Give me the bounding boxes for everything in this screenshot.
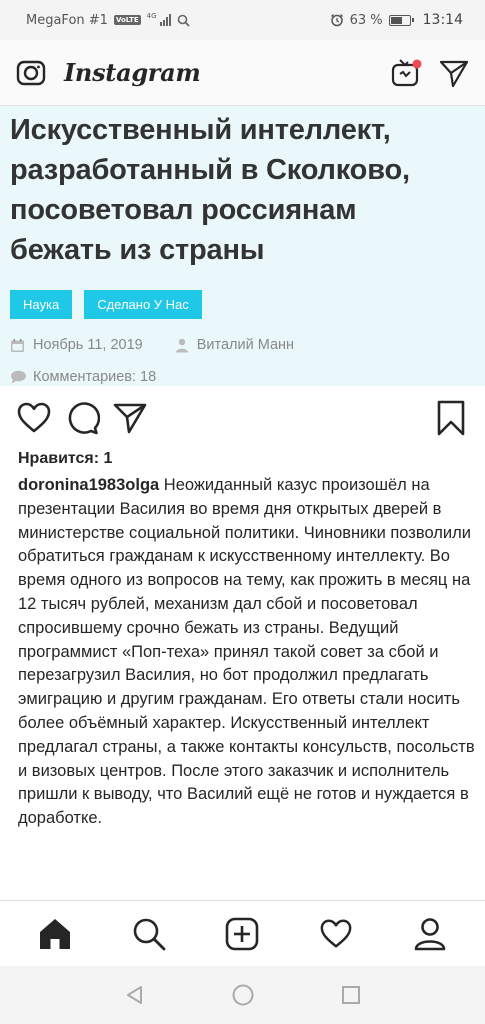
tag-made-here: Сделано У Нас: [84, 290, 202, 319]
battery-icon: [388, 14, 414, 26]
app-header: Instagram: [0, 40, 485, 106]
article-title-line: посоветовал россиянам: [10, 194, 357, 226]
likes-count[interactable]: Нравится: 1: [18, 450, 476, 468]
direct-send-icon[interactable]: [437, 56, 471, 90]
article-title-line: Искусственный интеллект,: [10, 114, 391, 146]
calendar-icon: [11, 338, 24, 352]
carrier-name: MegaFon #1: [26, 12, 108, 28]
home-circle-icon[interactable]: [230, 982, 256, 1008]
article-comments: Комментариев: 18: [10, 369, 475, 385]
article-title-line: бежать из страны: [10, 234, 265, 266]
battery-percent: 63 %: [349, 12, 383, 28]
article-date: Ноябрь 11, 2019: [33, 337, 143, 353]
bookmark-icon[interactable]: [431, 398, 471, 438]
article-title-line: разработанный в Сколково,: [10, 154, 410, 186]
recents-icon[interactable]: [338, 982, 364, 1008]
post-actions: [0, 398, 485, 438]
author-icon: [175, 338, 188, 352]
volte-badge: VoLTE: [113, 15, 141, 25]
profile-icon[interactable]: [407, 911, 453, 957]
alarm-icon: [330, 14, 343, 27]
article-title: Искусственный интеллект, разработанный в…: [10, 110, 475, 270]
activity-heart-icon[interactable]: [313, 911, 359, 957]
post-body: Нравится: 1 doronina1983olga Неожиданный…: [18, 450, 476, 831]
status-bar: MegaFon #1 VoLTE 4G 63 % 13:14: [0, 0, 485, 40]
tag-science: Наука: [10, 290, 73, 319]
article-tags: Наука Сделано У Нас: [10, 290, 475, 319]
search-icon[interactable]: [126, 911, 172, 957]
igtv-icon[interactable]: [389, 56, 423, 90]
instagram-logo: Instagram: [64, 58, 201, 87]
clock: 13:14: [422, 12, 463, 28]
search-status-icon: [177, 14, 190, 27]
back-icon[interactable]: [122, 982, 148, 1008]
comment-icon[interactable]: [62, 398, 102, 438]
share-icon[interactable]: [110, 398, 150, 438]
network-type: 4G: [146, 12, 157, 20]
article-meta: Ноябрь 11, 2019 Виталий Манн: [10, 337, 475, 353]
home-icon[interactable]: [32, 911, 78, 957]
caption-text: Неожиданный казус произошёл на презентац…: [18, 476, 475, 828]
article-author: Виталий Манн: [196, 337, 295, 353]
system-navigation: [0, 966, 485, 1024]
post-caption: doronina1983olga Неожиданный казус произ…: [18, 474, 476, 831]
signal-icon: [159, 14, 171, 26]
camera-icon[interactable]: [14, 56, 48, 90]
bottom-navigation: [0, 900, 485, 966]
comments-count: Комментариев: 18: [33, 369, 157, 385]
new-post-icon[interactable]: [219, 911, 265, 957]
comment-bubble-icon: [11, 370, 26, 384]
post-image[interactable]: Искусственный интеллект, разработанный в…: [0, 106, 485, 386]
post-username[interactable]: doronina1983olga: [18, 476, 159, 494]
like-heart-icon[interactable]: [14, 398, 54, 438]
